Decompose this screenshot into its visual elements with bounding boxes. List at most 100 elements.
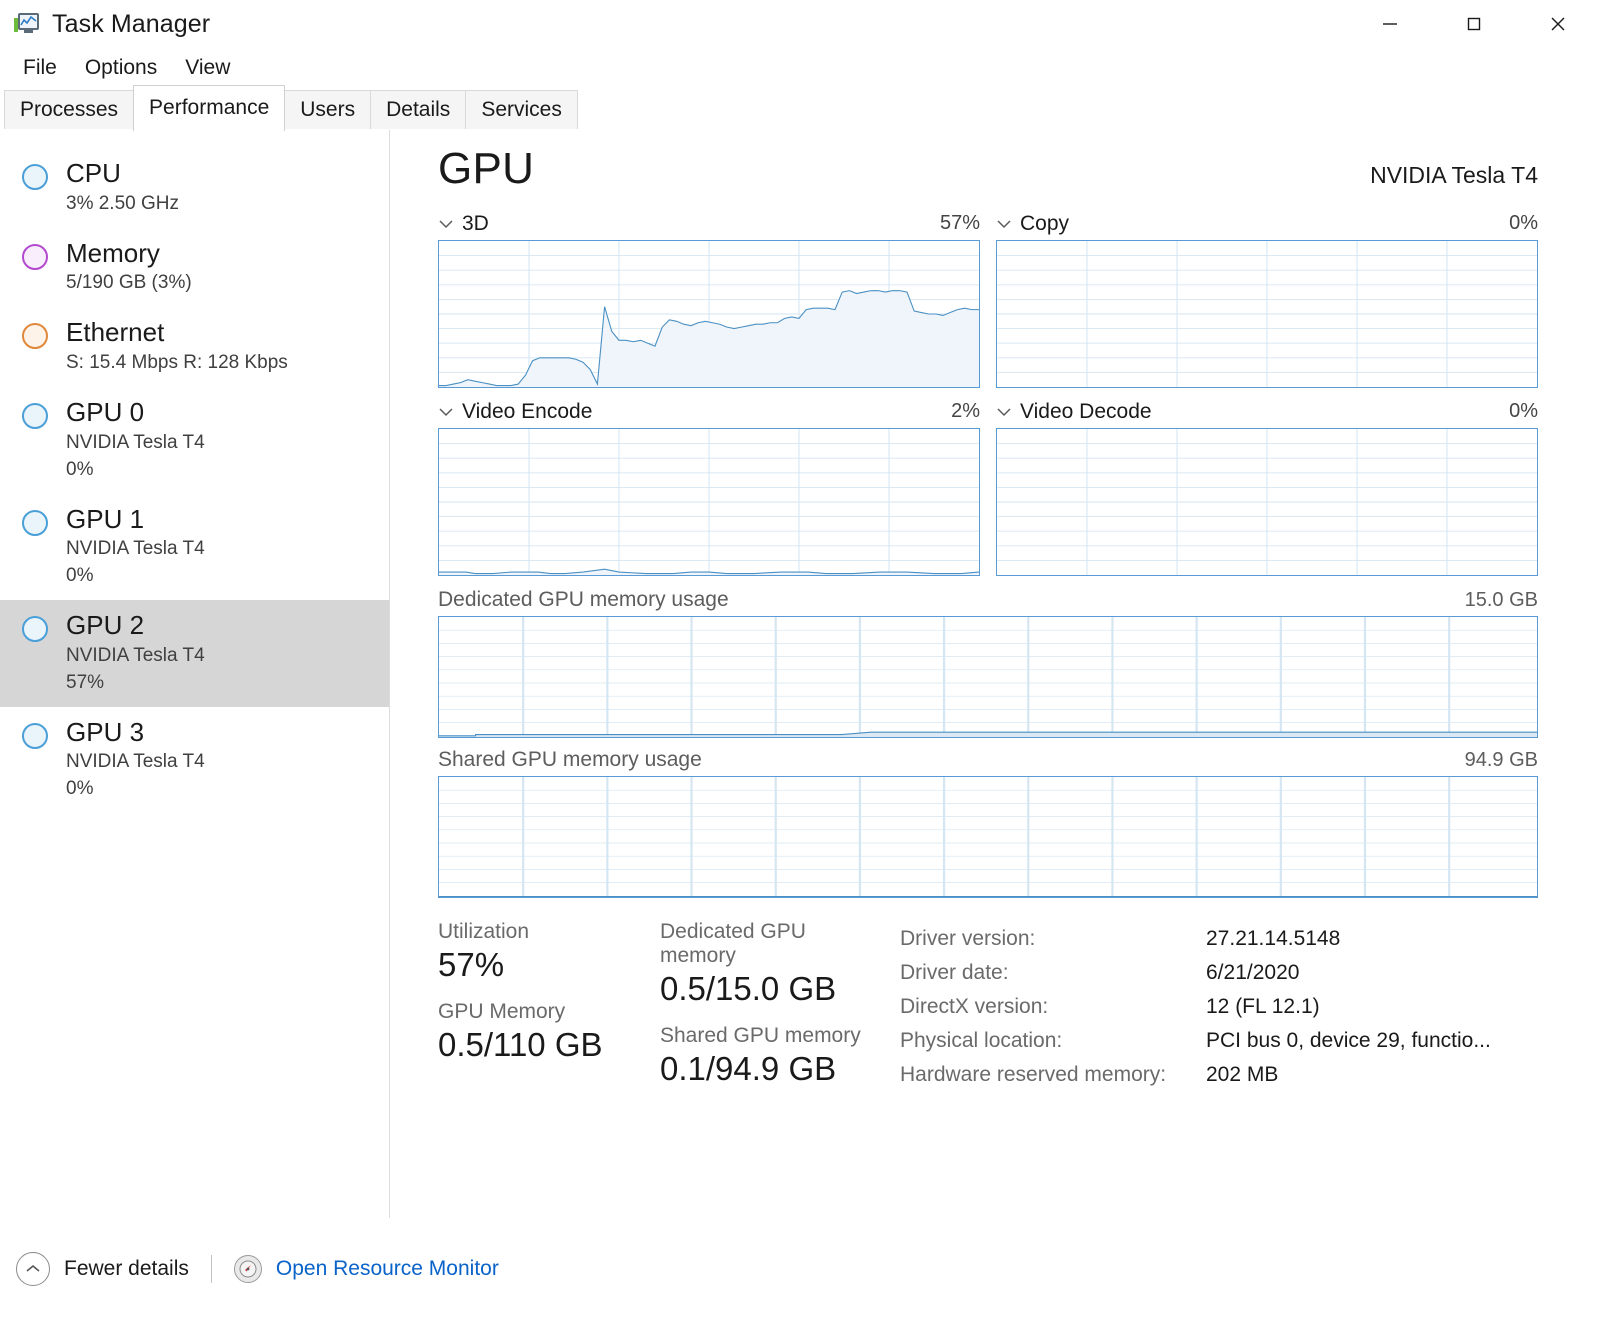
fewer-details-button[interactable]: Fewer details bbox=[16, 1252, 189, 1286]
graph-title[interactable]: 3D bbox=[462, 212, 489, 236]
tab-strip: Processes Performance Users Details Serv… bbox=[0, 88, 1600, 130]
gpu-status-icon bbox=[22, 510, 48, 536]
footer-divider bbox=[211, 1255, 212, 1283]
sidebar-item-detail: 5/190 GB (3%) bbox=[66, 270, 192, 297]
tab-performance[interactable]: Performance bbox=[133, 85, 285, 131]
tab-details[interactable]: Details bbox=[370, 90, 466, 130]
stat-label: GPU Memory bbox=[438, 1000, 660, 1024]
graph-title[interactable]: Copy bbox=[1020, 212, 1069, 236]
chevron-down-icon[interactable] bbox=[996, 219, 1012, 229]
chevron-down-icon[interactable] bbox=[996, 407, 1012, 417]
graph-max-value: 15.0 GB bbox=[1465, 589, 1538, 612]
chevron-down-icon[interactable] bbox=[438, 219, 454, 229]
graph-video-decode bbox=[996, 428, 1538, 576]
graph-value: 57% bbox=[940, 212, 980, 235]
sidebar-item-gpu-0[interactable]: GPU 0 NVIDIA Tesla T4 0% bbox=[0, 387, 389, 494]
sidebar-item-ethernet[interactable]: Ethernet S: 15.4 Mbps R: 128 Kbps bbox=[0, 307, 389, 387]
shared-memory-section: Shared GPU memory usage 94.9 GB bbox=[438, 748, 1538, 898]
status-bar: Fewer details Open Resource Monitor bbox=[0, 1218, 1600, 1318]
info-row: Driver version: 27.21.14.5148 bbox=[900, 922, 1491, 956]
info-key: Driver date: bbox=[900, 956, 1206, 990]
fewer-details-label: Fewer details bbox=[64, 1257, 189, 1281]
sidebar-item-label: Ethernet bbox=[66, 317, 288, 348]
stat-group-middle: Dedicated GPU memory 0.5/15.0 GB Shared … bbox=[660, 920, 882, 1104]
sidebar-item-usage: 0% bbox=[66, 457, 205, 484]
graph-title[interactable]: Video Decode bbox=[1020, 400, 1152, 424]
page-title: GPU bbox=[438, 144, 534, 194]
sidebar-item-label: GPU 0 bbox=[66, 397, 205, 428]
sidebar-item-usage: 0% bbox=[66, 776, 205, 803]
graph-label-video-encode: Video Encode 2% bbox=[438, 400, 980, 424]
stat-label: Dedicated GPU memory bbox=[660, 920, 882, 968]
info-value: 27.21.14.5148 bbox=[1206, 922, 1340, 956]
sidebar-item-label: GPU 3 bbox=[66, 717, 205, 748]
sidebar-item-detail: NVIDIA Tesla T4 bbox=[66, 643, 205, 670]
stat-value: 57% bbox=[438, 946, 660, 984]
gpu-status-icon bbox=[22, 723, 48, 749]
minimize-button[interactable] bbox=[1348, 0, 1432, 48]
info-value: PCI bus 0, device 29, functio... bbox=[1206, 1024, 1491, 1058]
graph-shared-memory bbox=[438, 776, 1538, 898]
graph-title[interactable]: Video Encode bbox=[462, 400, 592, 424]
close-button[interactable] bbox=[1516, 0, 1600, 48]
menu-bar: File Options View bbox=[0, 48, 1600, 88]
open-resource-monitor-link[interactable]: Open Resource Monitor bbox=[276, 1257, 499, 1281]
sidebar-item-detail: NVIDIA Tesla T4 bbox=[66, 536, 205, 563]
window-title: Task Manager bbox=[52, 10, 210, 39]
driver-info-group: Driver version: 27.21.14.5148 Driver dat… bbox=[900, 920, 1491, 1104]
menu-item-file[interactable]: File bbox=[12, 52, 68, 84]
graph-row-2: Video Encode 2% bbox=[438, 400, 1538, 576]
sidebar-item-label: GPU 1 bbox=[66, 504, 205, 535]
graph-label-shared-memory: Shared GPU memory usage 94.9 GB bbox=[438, 748, 1538, 772]
graph-max-value: 94.9 GB bbox=[1465, 749, 1538, 772]
gpu-status-icon bbox=[22, 403, 48, 429]
chevron-down-icon[interactable] bbox=[438, 407, 454, 417]
info-key: Hardware reserved memory: bbox=[900, 1058, 1206, 1092]
tab-processes[interactable]: Processes bbox=[4, 90, 134, 130]
title-bar: Task Manager bbox=[0, 0, 1600, 48]
sidebar-item-detail: NVIDIA Tesla T4 bbox=[66, 749, 205, 776]
info-key: DirectX version: bbox=[900, 990, 1206, 1024]
sidebar-item-gpu-3[interactable]: GPU 3 NVIDIA Tesla T4 0% bbox=[0, 707, 389, 814]
graph-copy bbox=[996, 240, 1538, 388]
memory-status-icon bbox=[22, 244, 48, 270]
sidebar-item-label: CPU bbox=[66, 158, 179, 189]
maximize-button[interactable] bbox=[1432, 0, 1516, 48]
sidebar-item-cpu[interactable]: CPU 3% 2.50 GHz bbox=[0, 148, 389, 228]
info-row: DirectX version: 12 (FL 12.1) bbox=[900, 990, 1491, 1024]
info-row: Physical location: PCI bus 0, device 29,… bbox=[900, 1024, 1491, 1058]
stats-section: Utilization 57% GPU Memory 0.5/110 GB De… bbox=[438, 920, 1538, 1104]
info-value: 202 MB bbox=[1206, 1058, 1278, 1092]
menu-item-view[interactable]: View bbox=[174, 52, 241, 84]
stat-value: 0.1/94.9 GB bbox=[660, 1050, 882, 1088]
menu-item-options[interactable]: Options bbox=[74, 52, 168, 84]
sidebar-item-gpu-1[interactable]: GPU 1 NVIDIA Tesla T4 0% bbox=[0, 494, 389, 601]
content-area: CPU 3% 2.50 GHz Memory 5/190 GB (3%) Eth… bbox=[0, 130, 1600, 1218]
sidebar-item-detail: 3% 2.50 GHz bbox=[66, 191, 179, 218]
graph-video-encode bbox=[438, 428, 980, 576]
stat-value: 0.5/15.0 GB bbox=[660, 970, 882, 1008]
graph-value: 0% bbox=[1509, 400, 1538, 423]
dedicated-memory-section: Dedicated GPU memory usage 15.0 GB bbox=[438, 588, 1538, 738]
sidebar-item-usage: 57% bbox=[66, 670, 205, 697]
info-value: 12 (FL 12.1) bbox=[1206, 990, 1320, 1024]
graph-title: Dedicated GPU memory usage bbox=[438, 588, 729, 612]
sidebar-item-gpu-2[interactable]: GPU 2 NVIDIA Tesla T4 57% bbox=[0, 600, 389, 707]
graph-value: 0% bbox=[1509, 212, 1538, 235]
resource-sidebar: CPU 3% 2.50 GHz Memory 5/190 GB (3%) Eth… bbox=[0, 130, 390, 1218]
task-manager-icon bbox=[14, 12, 40, 36]
graph-label-3d: 3D 57% bbox=[438, 212, 980, 236]
info-key: Physical location: bbox=[900, 1024, 1206, 1058]
graph-label-dedicated-memory: Dedicated GPU memory usage 15.0 GB bbox=[438, 588, 1538, 612]
graph-value: 2% bbox=[951, 400, 980, 423]
sidebar-item-memory[interactable]: Memory 5/190 GB (3%) bbox=[0, 228, 389, 308]
device-name: NVIDIA Tesla T4 bbox=[1370, 162, 1538, 189]
graph-row-1: 3D 57% bbox=[438, 212, 1538, 388]
stat-label: Shared GPU memory bbox=[660, 1024, 882, 1048]
tab-users[interactable]: Users bbox=[284, 90, 371, 130]
gpu-detail-panel: GPU NVIDIA Tesla T4 3D 57% bbox=[390, 130, 1600, 1218]
sidebar-item-usage: 0% bbox=[66, 563, 205, 590]
tab-services[interactable]: Services bbox=[465, 90, 578, 130]
graph-label-video-decode: Video Decode 0% bbox=[996, 400, 1538, 424]
stat-group-left: Utilization 57% GPU Memory 0.5/110 GB bbox=[438, 920, 660, 1104]
